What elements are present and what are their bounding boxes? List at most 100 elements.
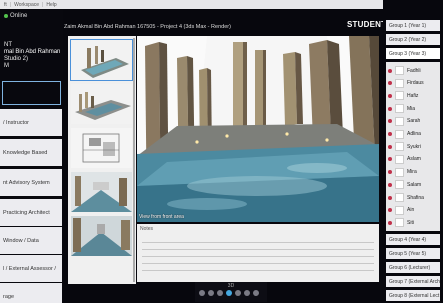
member-status-dot-icon xyxy=(388,68,392,73)
group-button[interactable]: Group 1 (Year 1) xyxy=(386,20,440,31)
member-avatar xyxy=(395,142,404,152)
group-member-item[interactable]: Adlina xyxy=(388,129,438,140)
page-dot[interactable] xyxy=(244,290,250,296)
member-status-dot-icon xyxy=(388,144,392,149)
group-button[interactable]: Group 2 (Year 2) xyxy=(386,34,440,45)
member-status-dot-icon xyxy=(388,157,392,162)
project-title: Zaim Akmal Bin Abd Rahman 167505 - Proje… xyxy=(64,24,231,30)
nav-item-knowledge-based[interactable]: Knowledge Based xyxy=(0,139,62,166)
member-avatar xyxy=(395,193,404,202)
notes-line[interactable] xyxy=(142,236,374,243)
nav-item-practicing-architect[interactable]: Practicing Architect xyxy=(0,199,62,226)
group-member-item[interactable]: Ain xyxy=(388,205,438,216)
user-name: mal Bin Abd Rahman xyxy=(4,49,61,55)
menu-separator: | xyxy=(9,1,12,8)
page-dot[interactable] xyxy=(235,290,241,296)
student-logo: STUDENT xyxy=(347,20,387,29)
group-member-item[interactable]: Syukri xyxy=(388,141,438,152)
member-status-dot-icon xyxy=(388,170,392,175)
group-member-item[interactable]: Hafiz xyxy=(388,90,438,101)
member-name: Ain xyxy=(407,207,415,214)
thumbnail-strip xyxy=(68,36,136,284)
notes-line[interactable] xyxy=(142,264,374,271)
render-thumbnail-3[interactable] xyxy=(71,128,132,168)
render-thumbnail-1[interactable] xyxy=(70,39,133,81)
group-button[interactable]: Group 6 (Lecturer) xyxy=(386,262,440,273)
member-status-dot-icon xyxy=(388,195,392,200)
group-member-item[interactable]: Aslam xyxy=(388,154,438,165)
nav-item-label: Knowledge Based xyxy=(3,149,48,156)
member-name: Fadhli xyxy=(407,67,421,74)
user-info-line: NT xyxy=(4,42,12,48)
member-avatar xyxy=(395,180,404,190)
member-avatar xyxy=(395,218,404,228)
nav-item-advisory-system[interactable]: nt Advisory System xyxy=(0,169,62,196)
nav-item-external-assessor[interactable]: l / External Assessor / xyxy=(0,255,62,282)
main-render-view[interactable]: View from front area xyxy=(137,36,379,222)
page-dot[interactable] xyxy=(208,290,214,296)
member-avatar xyxy=(395,205,404,215)
group-member-item[interactable]: Siti xyxy=(388,217,438,228)
selected-workspace-box[interactable] xyxy=(2,81,61,105)
member-name: Mira xyxy=(407,169,417,176)
user-info-line: M xyxy=(4,63,9,69)
nav-item-label: rage xyxy=(3,293,15,300)
notes-lines[interactable] xyxy=(142,236,374,271)
render-thumbnail-3-icon xyxy=(71,128,132,168)
member-avatar xyxy=(395,78,404,88)
notes-line[interactable] xyxy=(142,243,374,250)
group-member-item[interactable]: Salam xyxy=(388,179,438,190)
group-button[interactable]: Group 7 (External Archi xyxy=(386,276,440,287)
notes-panel[interactable]: Notes xyxy=(137,224,379,282)
left-sidebar: Online NT mal Bin Abd Rahman Studio 2) M… xyxy=(0,9,63,303)
group-button[interactable]: Group 5 (Year 5) xyxy=(386,248,440,259)
render-thumbnail-4[interactable] xyxy=(71,172,132,212)
member-avatar xyxy=(395,91,404,101)
page-dot[interactable] xyxy=(253,290,259,296)
member-name: Shafina xyxy=(407,194,424,201)
render-thumbnail-2[interactable] xyxy=(71,84,132,124)
nav-item-storage[interactable]: rage xyxy=(0,283,62,303)
page-dot[interactable] xyxy=(217,290,223,296)
render-thumbnail-4-icon xyxy=(71,172,132,212)
member-name: Sarah xyxy=(407,118,421,125)
thumbnail-scrollbar[interactable] xyxy=(133,38,135,282)
group-button-open[interactable]: Group 3 (Year 3) xyxy=(386,48,440,59)
group-button[interactable]: Group 8 (External Lect xyxy=(386,290,440,301)
member-status-dot-icon xyxy=(388,220,392,225)
pager-mode-label: 3D xyxy=(227,283,235,289)
group-member-item[interactable]: Shafina xyxy=(388,192,438,203)
member-avatar xyxy=(395,129,404,139)
group-member-item[interactable]: Firdaus xyxy=(388,78,438,89)
group-member-item[interactable]: Mia xyxy=(388,103,438,114)
menu-separator: | xyxy=(42,1,44,8)
member-name: Hafiz xyxy=(407,92,419,99)
member-status-dot-icon xyxy=(388,119,392,124)
group-button[interactable]: Group 4 (Year 4) xyxy=(386,234,440,245)
app-window: ft | Workspace | Help Online NT mal Bin … xyxy=(0,0,443,303)
group-member-item[interactable]: Sarah xyxy=(388,116,438,127)
render-image-icon xyxy=(137,36,379,222)
page-dot[interactable] xyxy=(199,290,205,296)
member-avatar xyxy=(395,116,404,126)
groups-sidebar: Group 1 (Year 1) Group 2 (Year 2) Group … xyxy=(383,0,443,303)
render-thumbnail-5[interactable] xyxy=(71,216,132,256)
member-name: Adlina xyxy=(407,131,421,137)
nav-item-window-data[interactable]: Window / Data xyxy=(0,227,62,254)
page-dot-active[interactable] xyxy=(226,290,232,296)
nav-item-instructor[interactable]: / Instructor xyxy=(0,109,62,136)
member-status-dot-icon xyxy=(388,106,392,111)
group-member-item[interactable]: Mira xyxy=(388,167,438,178)
group-member-item[interactable]: Fadhli xyxy=(388,65,438,76)
user-info-line: Studio 2) xyxy=(4,56,29,62)
nav-item-label: nt Advisory System xyxy=(3,179,50,186)
member-status-dot-icon xyxy=(388,81,392,86)
notes-line[interactable] xyxy=(142,257,374,264)
menu-item-workspace[interactable]: Workspace xyxy=(14,2,39,8)
menu-item-file[interactable]: ft xyxy=(4,2,7,8)
member-name: Mia xyxy=(407,105,416,112)
menu-item-help[interactable]: Help xyxy=(46,2,56,8)
member-avatar xyxy=(395,104,404,114)
render-thumbnail-5-icon xyxy=(71,216,132,256)
notes-line[interactable] xyxy=(142,250,374,257)
